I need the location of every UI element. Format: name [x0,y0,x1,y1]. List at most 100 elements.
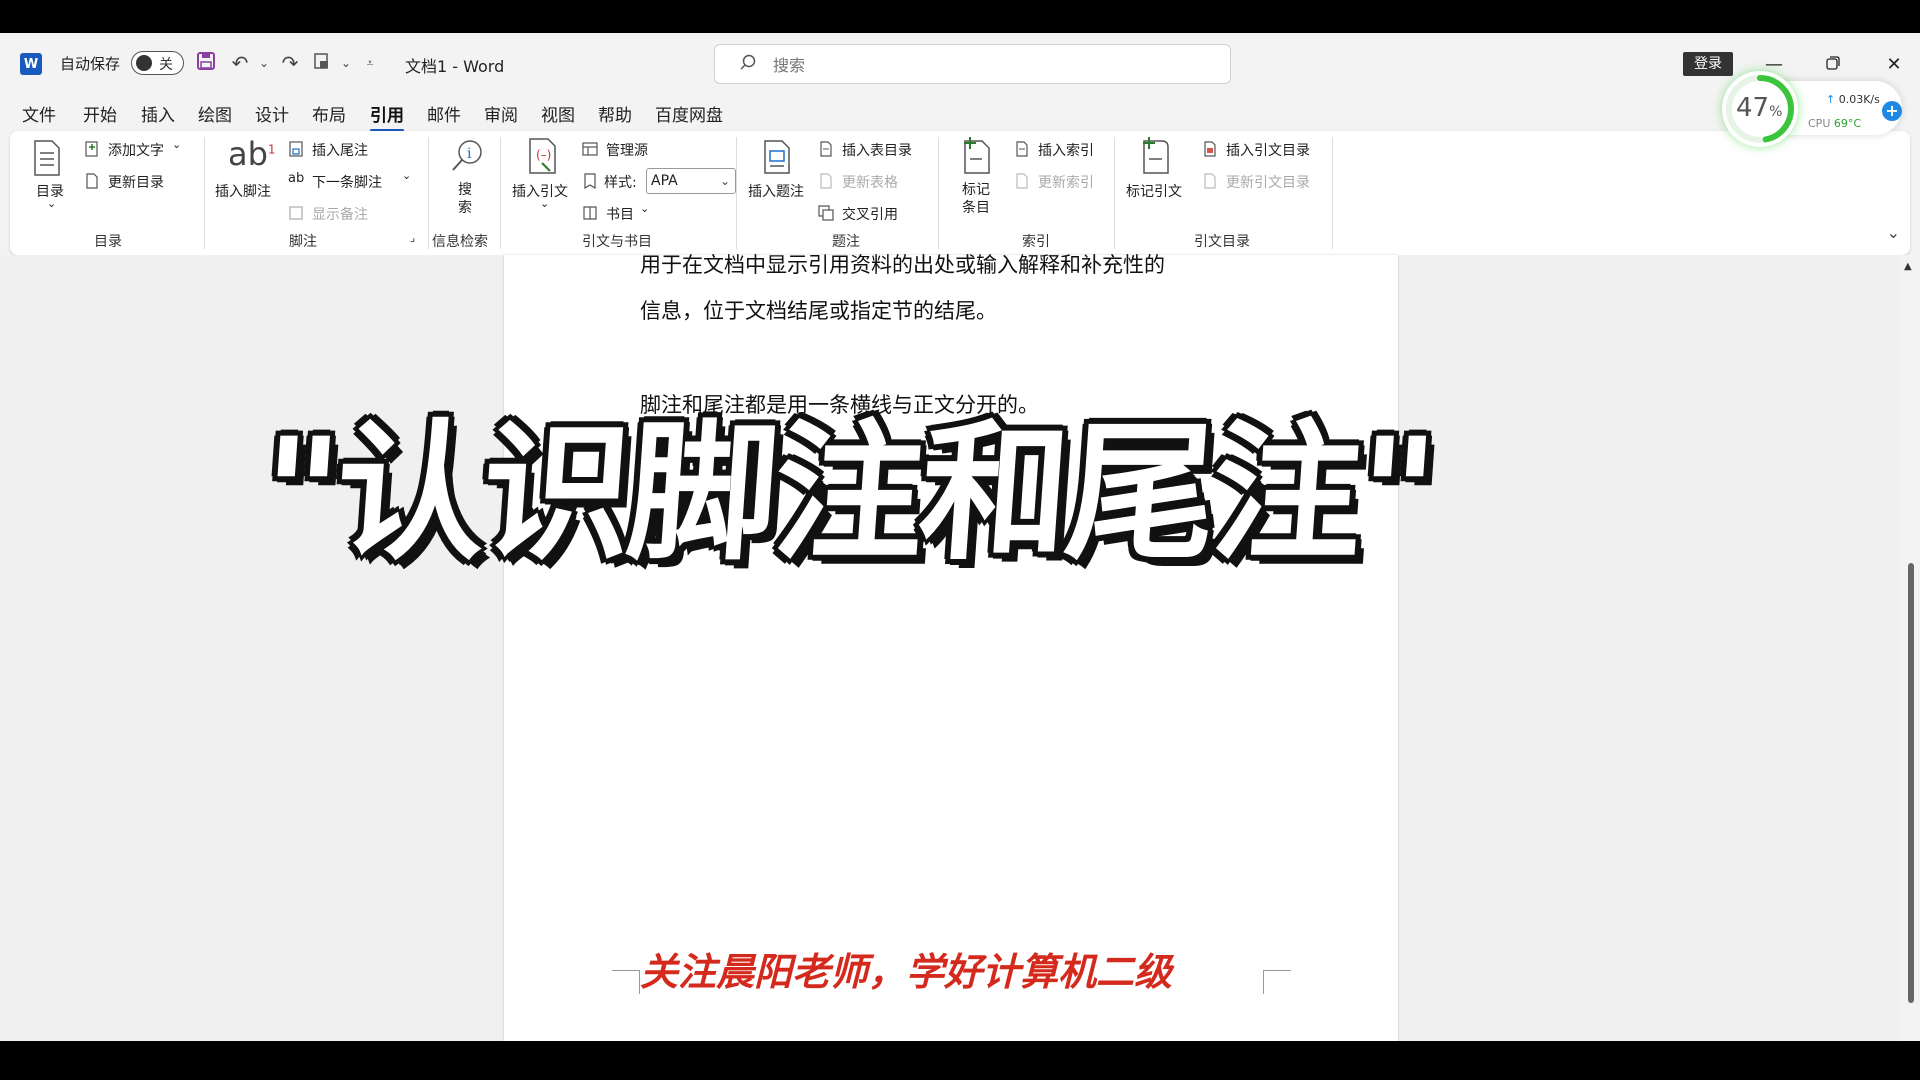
print-dropdown-icon[interactable]: ⌄ [334,51,358,75]
mark-citation-label: 标记引文 [1126,184,1182,200]
paragraph-line-2: 信息，位于文档结尾或指定节的结尾。 [640,299,997,323]
performance-widget[interactable]: 47% ↑ 0.03K/s CPU 69°C + [1722,71,1902,147]
ribbon-separator [500,137,501,249]
ribbon-separator [1114,137,1115,249]
ribbon: 目录 ⌄ 添加文字 ⌄ 更新目录 目录 ab1 插入脚注 插入尾注 ab 下一条… [10,131,1910,255]
bibliography-icon [583,206,597,220]
manage-sources-icon [582,142,598,156]
ribbon-separator [204,137,205,249]
svg-text:(–): (–) [536,148,551,162]
customize-qat-icon[interactable]: ⩡ [358,51,382,75]
footer-margin-mark-left [612,970,640,994]
mark-entry-label-line1: 标记 [962,182,990,198]
insert-citation-dropdown-icon: ⌄ [540,197,550,210]
overlay-caption: "认识脚注和尾注" [255,407,1439,581]
style-label: 样式: [604,175,637,191]
autosave-state: 关 [159,57,173,73]
citations-group-label: 引文与书目 [582,234,652,250]
tab-mailings[interactable]: 邮件 [427,101,461,126]
next-footnote-label: 下一条脚注 [312,175,382,191]
toggle-knob [136,55,152,71]
perf-ring: 47% [1722,71,1798,147]
cross-reference-icon [818,205,834,221]
ribbon-tabs: 文件 开始 插入 绘图 设计 布局 引用 邮件 审阅 视图 帮助 百度网盘 [0,93,1920,132]
tab-design[interactable]: 设计 [255,101,289,126]
upload-arrow-icon: ↑ [1826,93,1836,106]
index-group-label: 索引 [1022,234,1050,250]
search-label-line2: 索 [458,200,472,216]
show-notes-label: 显示备注 [312,207,368,223]
tab-view[interactable]: 视图 [541,101,575,126]
add-text-label: 添加文字 [108,143,164,159]
tab-home[interactable]: 开始 [83,101,117,126]
ribbon-separator [938,137,939,249]
word-logo-icon: W [20,53,42,75]
toc-icon [34,140,60,176]
net-speed: ↑ 0.03K/s [1826,93,1880,106]
tab-help[interactable]: 帮助 [598,101,632,126]
collapse-ribbon-chevron-icon[interactable]: ⌄ [1887,223,1900,242]
ribbon-separator [428,137,429,249]
update-toa-label: 更新引文目录 [1226,175,1310,191]
tab-layout[interactable]: 布局 [312,101,346,126]
insert-index-icon [1016,141,1028,157]
insert-endnote-label: 插入尾注 [312,143,368,159]
mark-citation-icon [1143,137,1169,174]
plus-icon[interactable]: + [1882,101,1902,121]
scroll-up-icon[interactable]: ▲ [1904,261,1912,272]
insert-toa-label: 插入引文目录 [1226,143,1310,159]
autosave-toggle[interactable]: 关 [131,51,184,75]
toc-dropdown-icon: ⌄ [47,197,57,210]
footnote-ab-icon: ab1 [228,135,276,173]
mark-entry-icon [964,137,990,174]
footer-promo-text: 关注晨阳老师，学好计算机二级 [640,949,1173,994]
undo-icon[interactable]: ↶ [228,51,252,75]
update-table-label: 更新表格 [842,175,898,191]
style-icon [584,173,596,189]
perf-percent: 47% [1736,93,1783,123]
update-toa-icon [1204,173,1216,189]
research-search-icon: i [452,140,482,171]
insert-table-of-figures-label: 插入表目录 [842,143,912,159]
autosave-label: 自动保存 [60,55,121,73]
print-preview-icon[interactable] [310,51,334,75]
search-input[interactable] [773,53,1203,77]
undo-dropdown-icon[interactable]: ⌄ [252,51,276,75]
insert-table-of-figures-icon [820,141,832,157]
paragraph-line-1: 用于在文档中显示引用资料的出处或输入解释和补充性的 [640,253,1165,277]
insert-caption-icon [764,140,790,174]
toc-group-label: 目录 [94,234,122,250]
search-label-line1: 搜 [458,182,472,198]
toa-group-label: 引文目录 [1194,234,1250,250]
next-footnote-dropdown-icon: ⌄ [402,169,412,182]
document-canvas: 用于在文档中显示引用资料的出处或输入解释和补充性的 信息，位于文档结尾或指定节的… [0,253,1900,1041]
tab-review[interactable]: 审阅 [484,101,518,126]
next-footnote-icon: ab [288,171,305,186]
style-value: APA [651,173,678,189]
search-box[interactable] [714,44,1231,84]
insert-caption-label: 插入题注 [748,184,804,200]
footnote-dialog-launcher-icon[interactable]: ⌟ [410,231,415,244]
update-index-icon [1016,173,1028,189]
add-text-dropdown-icon: ⌄ [172,138,182,151]
tab-references[interactable]: 引用 [370,101,404,132]
show-notes-icon [289,206,303,220]
ribbon-separator [736,137,737,249]
captions-group-label: 题注 [832,234,860,250]
style-dropdown-icon: ⌄ [719,174,730,188]
tab-baidu-netdisk[interactable]: 百度网盘 [655,101,723,126]
style-select[interactable]: APA ⌄ [646,168,736,194]
tab-insert[interactable]: 插入 [141,101,175,126]
update-index-label: 更新索引 [1038,175,1094,191]
tab-file[interactable]: 文件 [22,101,56,126]
tab-draw[interactable]: 绘图 [198,101,232,126]
svg-text:i: i [467,146,472,162]
scrollbar-thumb[interactable] [1908,563,1914,1003]
redo-icon[interactable]: ↷ [278,51,302,75]
cross-reference-label: 交叉引用 [842,207,898,223]
document-page[interactable]: 用于在文档中显示引用资料的出处或输入解释和补充性的 信息，位于文档结尾或指定节的… [504,253,1398,1041]
save-icon[interactable] [194,51,218,75]
insert-endnote-icon [289,141,303,157]
add-text-icon [85,141,98,157]
ribbon-separator [1332,137,1333,249]
